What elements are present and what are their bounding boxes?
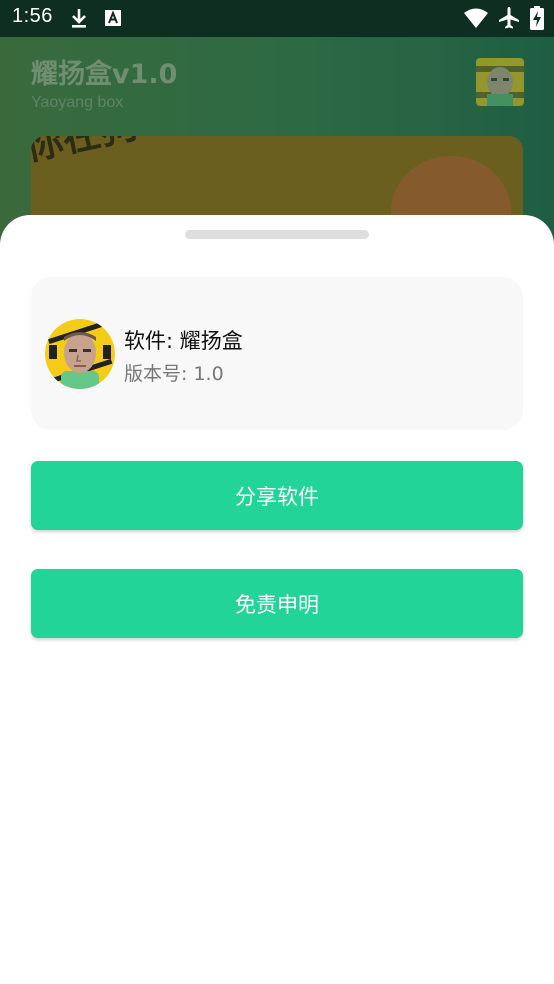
app-subtitle: Yaoyang box: [31, 94, 124, 111]
drag-handle[interactable]: [185, 230, 369, 239]
app-avatar: [45, 319, 115, 389]
battery-charging-icon: [530, 6, 544, 34]
airplane-mode-icon: [497, 6, 521, 34]
app-title: 耀扬盒v1.0: [31, 59, 178, 90]
screen: 耀扬盒v1.0 Yaoyang box 你在狗叫什么 你在狗叫什么 你在狗叫什么…: [0, 0, 554, 984]
share-app-button[interactable]: 分享软件: [31, 461, 523, 530]
version-number: 版本号: 1.0: [124, 363, 224, 385]
a-notification-icon: [104, 8, 122, 32]
face-avatar-icon: [476, 58, 524, 106]
download-icon: [70, 8, 88, 32]
status-time: 1:56: [12, 5, 53, 27]
face-avatar-icon: [45, 319, 115, 389]
status-bar: 1:56: [0, 0, 554, 37]
app-info-card: 软件: 耀扬盒 版本号: 1.0: [31, 277, 523, 430]
wifi-icon: [463, 7, 489, 33]
bottom-sheet: 软件: 耀扬盒 版本号: 1.0 分享软件 免责申明: [0, 215, 554, 984]
disclaimer-button[interactable]: 免责申明: [31, 569, 523, 638]
software-name: 软件: 耀扬盒: [124, 329, 243, 353]
profile-avatar[interactable]: [476, 58, 524, 106]
